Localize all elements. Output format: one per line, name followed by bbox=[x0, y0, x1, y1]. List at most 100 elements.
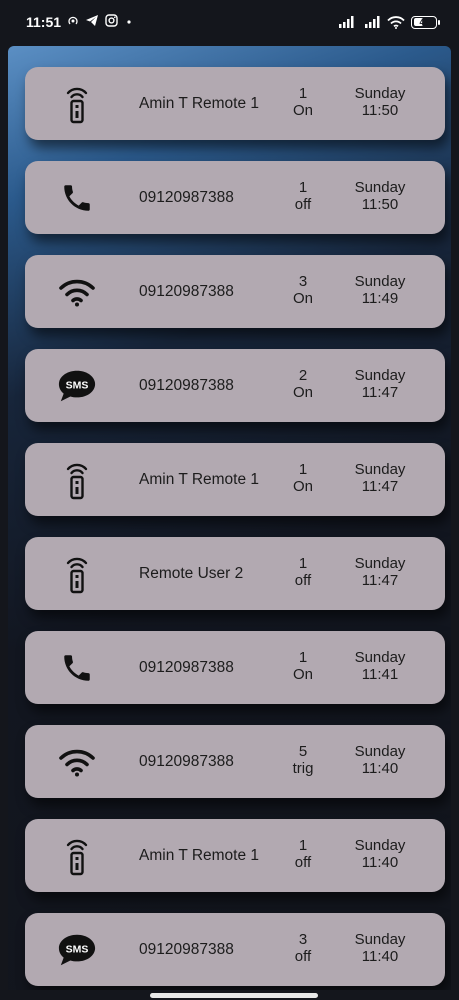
signal-icon bbox=[335, 16, 355, 28]
event-card[interactable]: SMS 09120987388 2 On Sunday 11:47 bbox=[25, 349, 445, 422]
event-state: On bbox=[292, 666, 313, 683]
event-count: 3 bbox=[298, 273, 308, 290]
event-timestamp: Sunday 11:41 bbox=[343, 649, 417, 683]
event-state: off bbox=[294, 196, 312, 213]
battery-icon: 46 bbox=[411, 15, 440, 29]
event-count: 2 bbox=[298, 367, 308, 384]
event-time: 11:47 bbox=[361, 384, 399, 401]
event-count-state: 1 On bbox=[281, 85, 325, 119]
event-count-state: 1 On bbox=[281, 649, 325, 683]
telegram-icon bbox=[85, 14, 99, 30]
event-day: Sunday bbox=[354, 555, 406, 572]
dot-icon bbox=[124, 14, 134, 30]
event-count-state: 2 On bbox=[281, 367, 325, 401]
event-count-state: 5 trig bbox=[281, 743, 325, 777]
event-day: Sunday bbox=[354, 461, 406, 478]
event-state: off bbox=[294, 854, 312, 871]
event-timestamp: Sunday 11:50 bbox=[343, 85, 417, 119]
event-card[interactable]: Amin T Remote 1 1 On Sunday 11:47 bbox=[25, 443, 445, 516]
status-time: 11:51 bbox=[26, 14, 62, 30]
event-day: Sunday bbox=[354, 649, 406, 666]
event-card[interactable]: Amin T Remote 1 1 On Sunday 11:50 bbox=[25, 67, 445, 140]
event-count-state: 1 off bbox=[281, 179, 325, 213]
phone-icon bbox=[57, 178, 97, 218]
phone-screen: 11:51 46 Amin T Remote 1 1 On Sunday 11:… bbox=[0, 0, 459, 1000]
event-timestamp: Sunday 11:50 bbox=[343, 179, 417, 213]
event-count: 1 bbox=[298, 461, 308, 478]
event-day: Sunday bbox=[354, 85, 406, 102]
svg-text:SMS: SMS bbox=[66, 380, 89, 391]
event-day: Sunday bbox=[354, 931, 406, 948]
event-timestamp: Sunday 11:47 bbox=[343, 461, 417, 495]
sms-icon: SMS bbox=[57, 366, 97, 406]
status-bar: 11:51 46 bbox=[0, 0, 459, 44]
event-source: Amin T Remote 1 bbox=[139, 470, 260, 488]
event-day: Sunday bbox=[354, 179, 406, 196]
event-source: 09120987388 bbox=[139, 282, 234, 300]
event-count: 1 bbox=[298, 179, 308, 196]
event-time: 11:41 bbox=[361, 666, 399, 683]
event-day: Sunday bbox=[354, 743, 406, 760]
wifi-icon bbox=[57, 272, 97, 312]
event-time: 11:49 bbox=[361, 290, 399, 307]
event-timestamp: Sunday 11:47 bbox=[343, 367, 417, 401]
event-timestamp: Sunday 11:49 bbox=[343, 273, 417, 307]
remote-icon bbox=[57, 84, 97, 124]
event-time: 11:50 bbox=[361, 196, 399, 213]
event-card[interactable]: 09120987388 1 On Sunday 11:41 bbox=[25, 631, 445, 704]
event-count: 1 bbox=[298, 85, 308, 102]
event-time: 11:47 bbox=[361, 572, 399, 589]
hotspot-icon bbox=[67, 14, 79, 30]
svg-text:SMS: SMS bbox=[66, 944, 89, 955]
event-card[interactable]: 09120987388 3 On Sunday 11:49 bbox=[25, 255, 445, 328]
wifi-icon bbox=[387, 15, 405, 29]
sms-icon: SMS bbox=[57, 930, 97, 970]
event-state: On bbox=[292, 478, 313, 495]
event-count: 5 bbox=[298, 743, 308, 760]
event-count: 1 bbox=[298, 649, 308, 666]
remote-icon bbox=[57, 836, 97, 876]
event-state: On bbox=[292, 102, 313, 119]
event-timestamp: Sunday 11:40 bbox=[343, 837, 417, 871]
event-source: 09120987388 bbox=[139, 188, 234, 206]
event-timestamp: Sunday 11:47 bbox=[343, 555, 417, 589]
event-log-screen[interactable]: Amin T Remote 1 1 On Sunday 11:50 0912098738… bbox=[8, 46, 451, 990]
home-indicator[interactable] bbox=[150, 993, 318, 998]
event-count-state: 1 off bbox=[281, 555, 325, 589]
event-count: 1 bbox=[298, 837, 308, 854]
signal-icon bbox=[361, 16, 381, 28]
event-day: Sunday bbox=[354, 273, 406, 290]
event-count-state: 1 On bbox=[281, 461, 325, 495]
remote-icon bbox=[57, 554, 97, 594]
event-state: trig bbox=[292, 760, 314, 777]
event-timestamp: Sunday 11:40 bbox=[343, 931, 417, 965]
event-time: 11:40 bbox=[361, 760, 399, 777]
phone-icon bbox=[57, 648, 97, 688]
event-source: 09120987388 bbox=[139, 752, 234, 770]
event-count-state: 3 On bbox=[281, 273, 325, 307]
event-day: Sunday bbox=[354, 367, 406, 384]
event-count: 3 bbox=[298, 931, 308, 948]
event-source: Amin T Remote 1 bbox=[139, 94, 260, 112]
event-card[interactable]: 09120987388 5 trig Sunday 11:40 bbox=[25, 725, 445, 798]
event-time: 11:47 bbox=[361, 478, 399, 495]
event-state: On bbox=[292, 290, 313, 307]
event-time: 11:40 bbox=[361, 854, 399, 871]
event-day: Sunday bbox=[354, 837, 406, 854]
event-card[interactable]: 09120987388 1 off Sunday 11:50 bbox=[25, 161, 445, 234]
wifi-icon bbox=[57, 742, 97, 782]
event-card[interactable]: SMS 09120987388 3 off Sunday 11:40 bbox=[25, 913, 445, 986]
event-card[interactable]: Amin T Remote 1 1 off Sunday 11:40 bbox=[25, 819, 445, 892]
event-count-state: 3 off bbox=[281, 931, 325, 965]
remote-icon bbox=[57, 460, 97, 500]
event-card[interactable]: Remote User 2 1 off Sunday 11:47 bbox=[25, 537, 445, 610]
event-source: 09120987388 bbox=[139, 658, 234, 676]
event-source: Remote User 2 bbox=[139, 564, 244, 582]
battery-percent: 46 bbox=[419, 17, 429, 27]
event-timestamp: Sunday 11:40 bbox=[343, 743, 417, 777]
event-source: 09120987388 bbox=[139, 376, 234, 394]
event-source: 09120987388 bbox=[139, 940, 234, 958]
status-bar-left: 11:51 bbox=[26, 14, 134, 30]
event-time: 11:50 bbox=[361, 102, 399, 119]
event-state: off bbox=[294, 572, 312, 589]
